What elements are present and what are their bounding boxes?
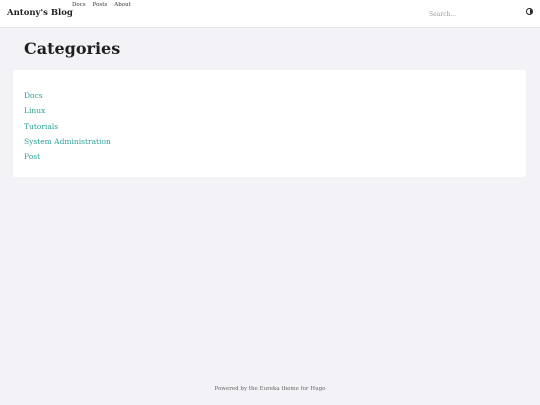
list-item: Tutorials xyxy=(24,119,111,134)
categories-card: Docs Linux Tutorials System Administrati… xyxy=(13,70,526,177)
search-input[interactable] xyxy=(429,9,509,19)
top-navbar: Antony's Blog Docs Posts About xyxy=(0,0,540,28)
category-list: Docs Linux Tutorials System Administrati… xyxy=(24,88,111,164)
main-nav: Docs Posts About xyxy=(72,2,131,8)
list-item: Post xyxy=(24,149,111,164)
category-link-system-administration[interactable]: System Administration xyxy=(24,137,111,146)
theme-toggle-icon[interactable] xyxy=(526,8,533,15)
list-item: System Administration xyxy=(24,134,111,149)
list-item: Docs xyxy=(24,88,111,103)
category-link-docs[interactable]: Docs xyxy=(24,91,43,100)
list-item: Linux xyxy=(24,103,111,118)
site-brand-link[interactable]: Antony's Blog xyxy=(7,8,73,18)
nav-link-about[interactable]: About xyxy=(114,2,131,8)
nav-link-docs[interactable]: Docs xyxy=(72,2,86,8)
footer-text: Powered by the Eureka theme for Hugo xyxy=(214,386,326,392)
category-link-linux[interactable]: Linux xyxy=(24,106,45,115)
page-title: Categories xyxy=(24,39,121,58)
nav-link-posts[interactable]: Posts xyxy=(93,2,108,8)
category-link-post[interactable]: Post xyxy=(24,152,40,161)
category-link-tutorials[interactable]: Tutorials xyxy=(24,122,58,131)
